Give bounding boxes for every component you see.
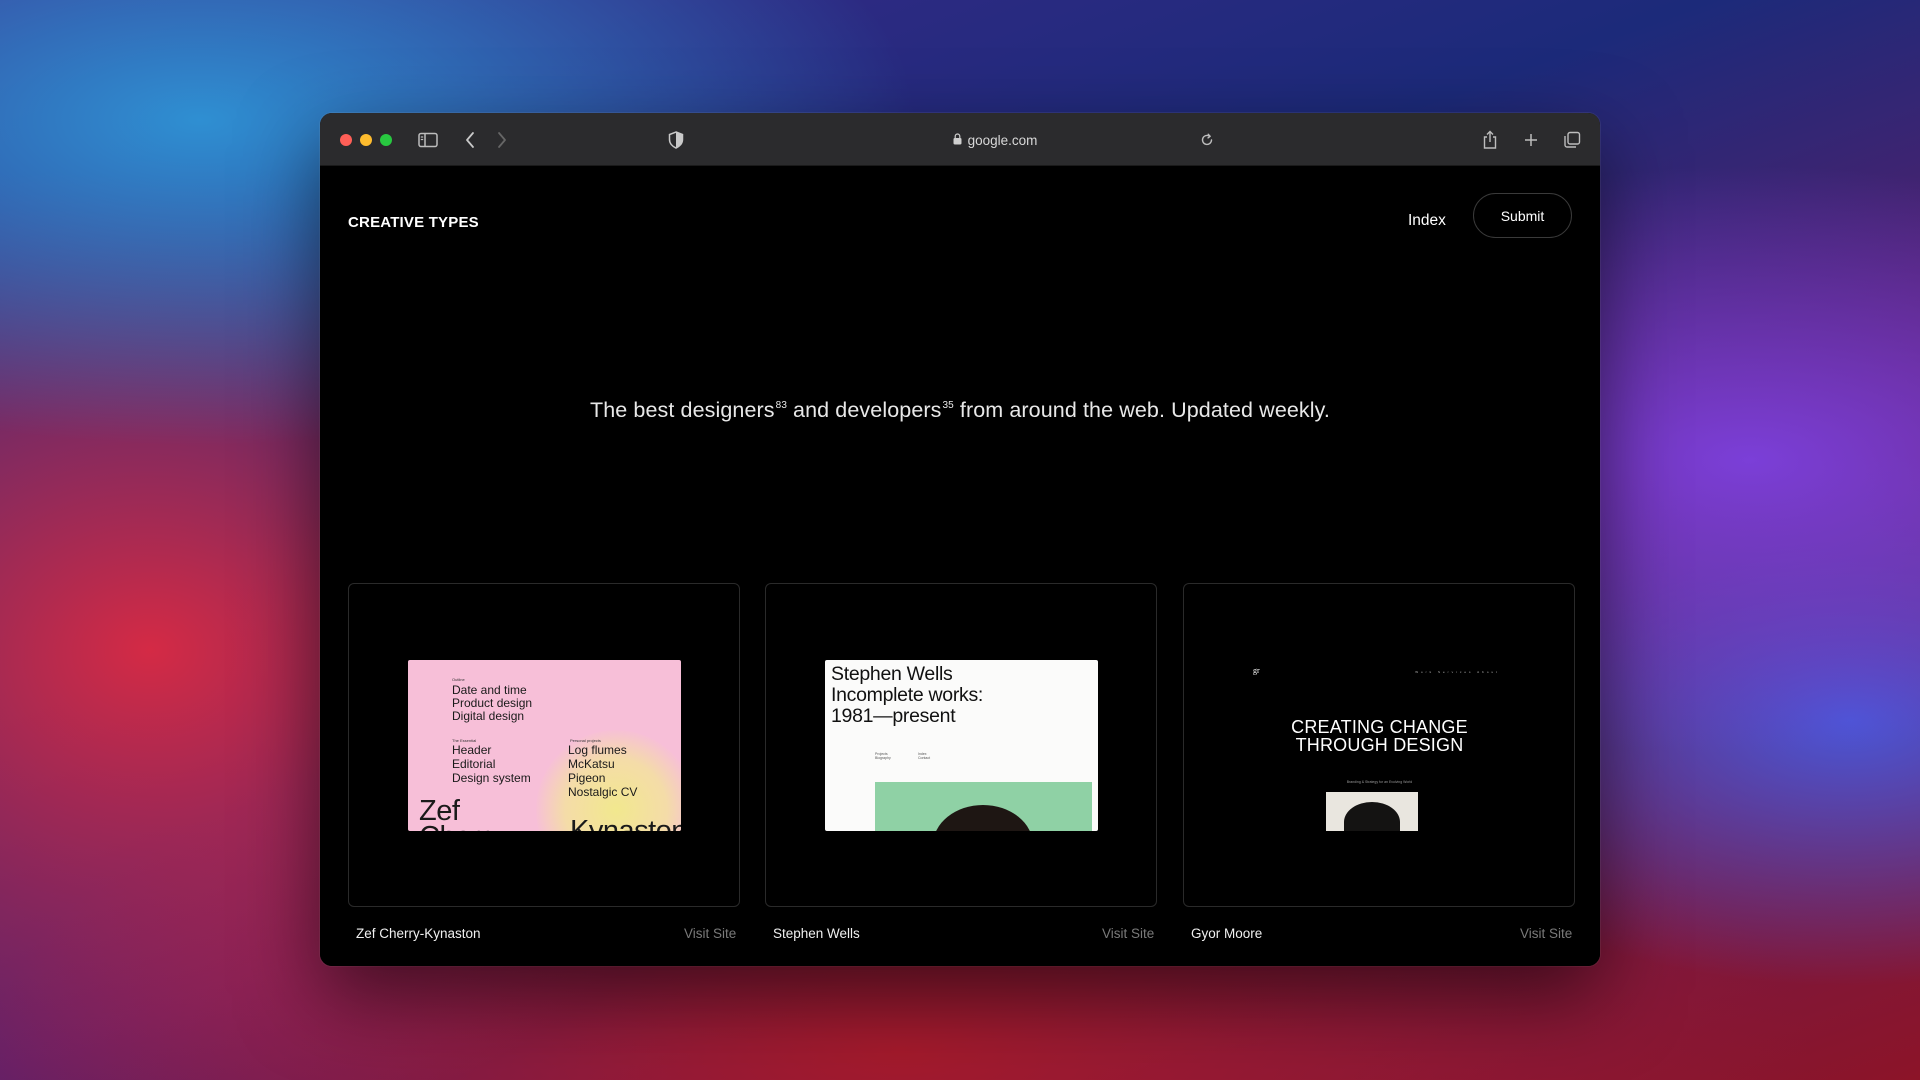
portrait-shape [1344, 802, 1400, 831]
site-logo[interactable]: CREATIVE TYPES [348, 214, 479, 231]
card-title[interactable]: Gyor Moore [1191, 926, 1262, 941]
tagline-text-3: from around the web. Updated weekly. [953, 398, 1330, 422]
thumb-hero-line: CREATING CHANGE [1291, 717, 1468, 737]
thumb-hero: CREATING CHANGE THROUGH DESIGN [1243, 718, 1516, 754]
tagline-text-1: The best designers [590, 398, 775, 422]
zoom-window-button[interactable] [380, 134, 392, 146]
thumb-title-line: Stephen Wells [831, 663, 953, 685]
thumb-item: Editorial [452, 757, 496, 771]
forward-icon[interactable] [493, 129, 511, 151]
thumb-item: McKatsu [568, 757, 615, 771]
new-tab-icon[interactable] [1521, 129, 1541, 151]
address-bar[interactable]: google.com [915, 128, 1075, 152]
thumb-title: Stephen Wells Incomplete works: 1981—pre… [831, 664, 983, 727]
visit-site-link[interactable]: Visit Site [1520, 926, 1572, 941]
site-thumbnail[interactable]: Stephen Wells Incomplete works: 1981—pre… [825, 660, 1098, 831]
site-card-gyor[interactable]: gr Work Services About CREATING CHANGE T… [1183, 583, 1575, 907]
webpage: CREATIVE TYPES Index Submit The best des… [320, 166, 1600, 966]
lock-icon [953, 132, 962, 148]
thumb-item: Header [452, 743, 492, 757]
thumb-item: Nostalgic CV [568, 785, 638, 799]
site-card-stephen[interactable]: Stephen Wells Incomplete works: 1981—pre… [765, 583, 1157, 907]
site-thumbnail[interactable]: Outline Date and time Product design Dig… [408, 660, 681, 831]
card-title[interactable]: Stephen Wells [773, 926, 860, 941]
thumb-photo [1326, 792, 1418, 831]
thumb-title-line: Incomplete works: [831, 684, 984, 706]
site-card-zef[interactable]: Outline Date and time Product design Dig… [348, 583, 740, 907]
thumb-big-surname: Kynaston [570, 815, 681, 832]
thumb-nav-col: Index Contact [918, 752, 931, 760]
submit-button[interactable]: Submit [1473, 193, 1572, 238]
thumb-logo-mark: gr [1253, 666, 1260, 675]
reload-icon[interactable] [1198, 129, 1216, 151]
visit-site-link[interactable]: Visit Site [684, 926, 736, 941]
thumb-item: Digital design [452, 709, 525, 723]
visit-site-link[interactable]: Visit Site [1102, 926, 1154, 941]
designers-count: 83 [775, 400, 787, 411]
site-thumbnail[interactable]: gr Work Services About CREATING CHANGE T… [1243, 660, 1516, 831]
back-icon[interactable] [461, 129, 479, 151]
portrait-shape [933, 805, 1033, 831]
thumb-big-name: Zef Cherry [419, 795, 504, 832]
thumb-label: Outline [452, 677, 465, 682]
browser-window: google.com CREATIVE TYPES Index Submit T… [320, 113, 1600, 966]
developers-count: 35 [942, 400, 954, 411]
thumb-subtitle: Branding & Strategy for an Evolving Worl… [1346, 780, 1413, 784]
share-icon[interactable] [1480, 129, 1500, 151]
tagline-text-2: and developers [786, 398, 942, 422]
sidebar-icon[interactable] [417, 129, 439, 151]
minimize-window-button[interactable] [360, 134, 372, 146]
shield-icon[interactable] [666, 129, 686, 151]
thumb-hero-line: THROUGH DESIGN [1295, 735, 1464, 755]
tabs-icon[interactable] [1561, 129, 1583, 151]
card-title[interactable]: Zef Cherry-Kynaston [356, 926, 481, 941]
thumb-item: Design system [452, 771, 531, 785]
thumb-nav-col: Projects Biography [875, 752, 891, 760]
browser-toolbar: google.com [320, 113, 1600, 166]
nav-index-link[interactable]: Index [1408, 212, 1446, 230]
thumb-item: Pigeon [568, 771, 606, 785]
thumb-nav: Work Services About [1415, 670, 1500, 674]
tagline: The best designers83 and developers35 fr… [320, 398, 1600, 423]
thumb-title-line: 1981—present [831, 705, 956, 727]
thumb-item: Log flumes [568, 743, 627, 757]
address-text: google.com [967, 132, 1038, 148]
close-window-button[interactable] [340, 134, 352, 146]
thumb-photo [875, 782, 1092, 831]
